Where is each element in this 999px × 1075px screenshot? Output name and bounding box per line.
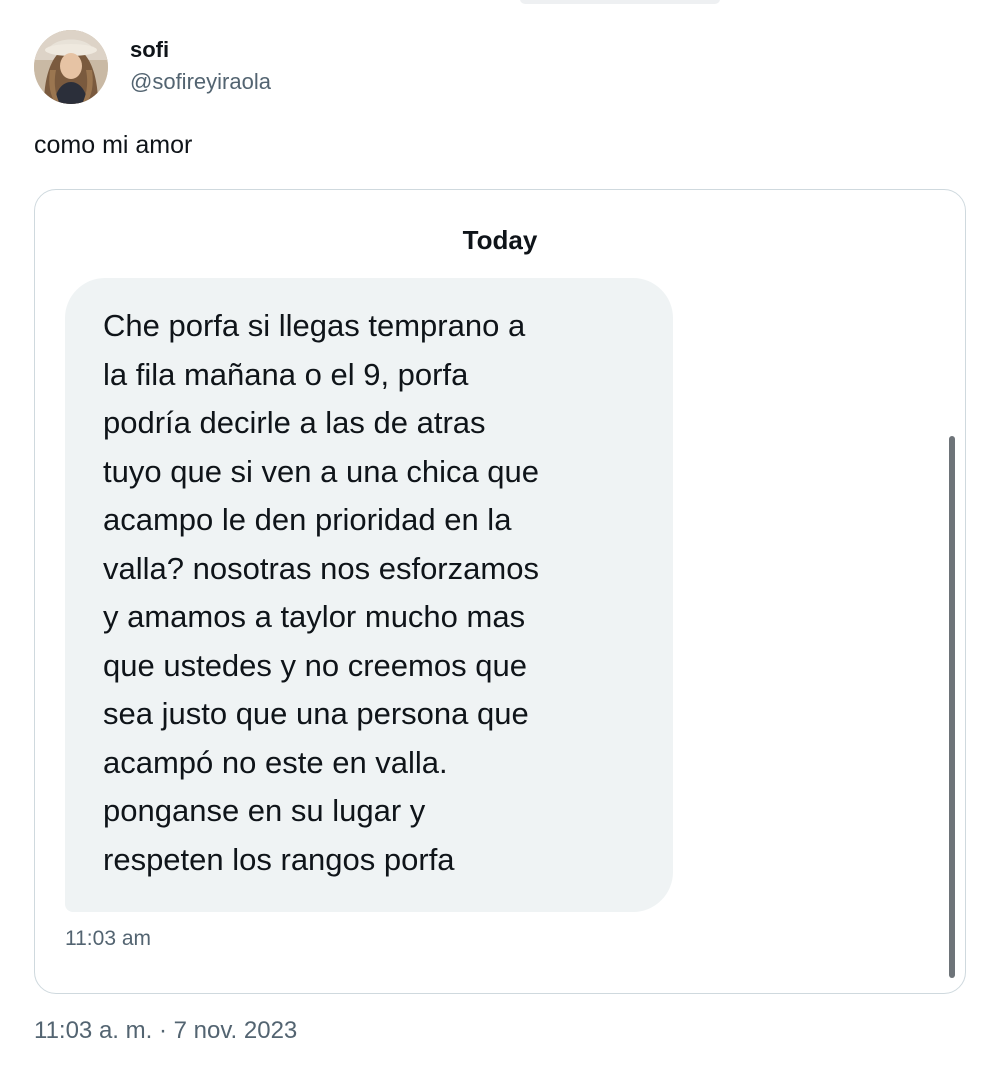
day-separator-label: Today — [462, 225, 538, 255]
author-display-name[interactable]: sofi — [130, 36, 271, 64]
tweet-header: sofi @sofireyiraola — [34, 30, 271, 104]
message-bubble: Che porfa si llegas temprano a la fila m… — [65, 278, 673, 912]
author-handle[interactable]: @sofireyiraola — [130, 66, 271, 98]
avatar-photo-icon — [34, 30, 108, 104]
message-timestamp: 11:03 am — [65, 927, 151, 950]
top-edge-pill — [520, 0, 720, 4]
author-names: sofi @sofireyiraola — [130, 36, 271, 98]
message-text: Che porfa si llegas temprano a la fila m… — [103, 308, 540, 877]
tweet-text: como mi amor — [34, 131, 193, 159]
tweet-timestamp[interactable]: 11:03 a. m. · 7 nov. 2023 — [34, 1014, 297, 1048]
tweet-screenshot: sofi @sofireyiraola como mi amor Today C… — [0, 0, 999, 1075]
avatar[interactable] — [34, 30, 108, 104]
attached-dm-image[interactable]: Today Che porfa si llegas temprano a la … — [34, 189, 966, 994]
scrollbar-thumb[interactable] — [949, 436, 955, 978]
